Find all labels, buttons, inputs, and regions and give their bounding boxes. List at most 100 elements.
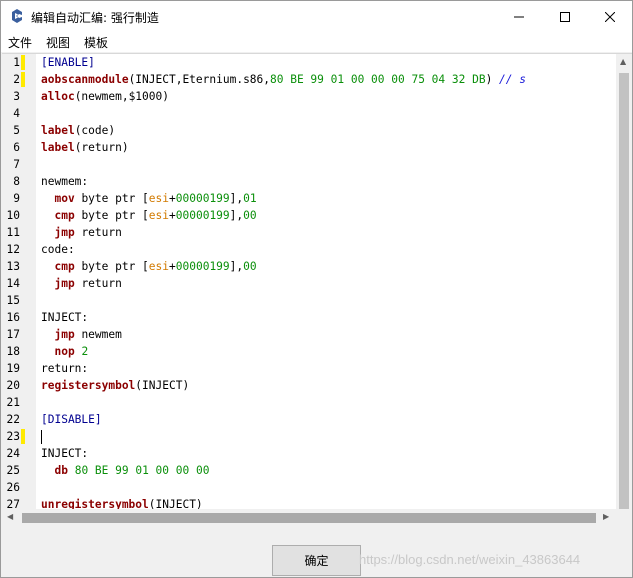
code-text: (code) (74, 124, 116, 137)
code-line[interactable] (36, 394, 616, 411)
code-text: INJECT: (41, 311, 89, 324)
code-line[interactable] (36, 292, 616, 309)
menu-template[interactable]: 模板 (84, 34, 108, 51)
code-register: esi (148, 192, 170, 205)
line-number: 7 (13, 158, 20, 171)
vertical-scroll-thumb[interactable] (619, 73, 629, 517)
code-keyword: nop (54, 345, 75, 358)
minimize-button[interactable] (496, 1, 542, 32)
code-text: (return) (74, 141, 129, 154)
changed-line-marker (21, 429, 25, 444)
line-number: 19 (6, 362, 20, 375)
code-line[interactable]: aobscanmodule(INJECT,Eternium.s86,80 BE … (36, 71, 616, 88)
code-text: ], (229, 192, 244, 205)
code-text: ], (229, 260, 244, 273)
code-text: ], (229, 209, 244, 222)
code-line[interactable]: newmem: (36, 173, 616, 190)
code-line[interactable]: jmp newmem (36, 326, 616, 343)
title-bar[interactable]: 编辑自动汇编: 强行制造 (1, 1, 632, 32)
horizontal-scrollbar[interactable]: ◀ ▶ (2, 509, 616, 525)
window-title: 编辑自动汇编: 强行制造 (31, 11, 159, 25)
code-keyword: alloc (41, 90, 75, 103)
code-text: (newmem,$1000) (74, 90, 169, 103)
changed-line-marker (21, 72, 25, 87)
line-number: 24 (6, 447, 20, 460)
code-line[interactable]: label(code) (36, 122, 616, 139)
close-button[interactable] (587, 1, 633, 32)
vertical-scrollbar[interactable]: ▲ (616, 54, 632, 517)
code-line[interactable]: [DISABLE] (36, 411, 616, 428)
code-hex-value: 00 (243, 260, 257, 273)
code-text: + (169, 260, 176, 273)
code-line[interactable]: cmp byte ptr [esi+00000199],00 (36, 258, 616, 275)
menu-file[interactable]: 文件 (8, 34, 32, 51)
code-line[interactable]: mov byte ptr [esi+00000199],01 (36, 190, 616, 207)
code-line[interactable]: jmp return (36, 275, 616, 292)
code-section-tag: [ENABLE] (41, 56, 95, 69)
code-hex-value: 01 (243, 192, 257, 205)
line-number: 23 (6, 430, 20, 443)
scroll-up-icon[interactable]: ▲ (620, 57, 626, 66)
line-number-gutter: 1 2 3 4 5 6 7 8 9 10 11 12 13 14 15 16 17 18 19 20 21 22 23 24 2… (2, 54, 36, 525)
code-line[interactable]: label(return) (36, 139, 616, 156)
text-cursor (41, 430, 42, 444)
code-line[interactable]: code: (36, 241, 616, 258)
code-line[interactable] (36, 156, 616, 173)
code-line[interactable]: INJECT: (36, 445, 616, 462)
scroll-left-icon[interactable]: ◀ (7, 512, 13, 521)
code-line[interactable]: alloc(newmem,$1000) (36, 88, 616, 105)
code-line[interactable]: db 80 BE 99 01 00 00 00 (36, 462, 616, 479)
line-number: 4 (13, 107, 20, 120)
code-line[interactable]: nop 2 (36, 343, 616, 360)
menu-bar: 文件 视图 模板 (1, 32, 632, 52)
scrollbar-corner (616, 509, 632, 525)
code-line[interactable]: registersymbol(INJECT) (36, 377, 616, 394)
code-keyword: cmp (54, 260, 75, 273)
code-keyword: aobscanmodule (41, 73, 129, 86)
line-number: 25 (6, 464, 20, 477)
code-text: byte ptr [ (74, 260, 149, 273)
code-line[interactable]: jmp return (36, 224, 616, 241)
minimize-icon (514, 16, 524, 17)
code-keyword: label (41, 141, 75, 154)
menu-view[interactable]: 视图 (46, 34, 70, 51)
line-number: 20 (6, 379, 20, 392)
line-number: 11 (6, 226, 20, 239)
horizontal-scroll-thumb[interactable] (22, 513, 596, 523)
line-number: 14 (6, 277, 20, 290)
line-number: 18 (6, 345, 20, 358)
code-line[interactable] (36, 479, 616, 496)
code-line[interactable] (36, 428, 616, 445)
line-number: 9 (13, 192, 20, 205)
line-number: 12 (6, 243, 20, 256)
autoassemble-window: 编辑自动汇编: 强行制造 文件 视图 模板 1 2 3 4 5 6 7 8 9 10 11 12 13 1… (0, 0, 633, 578)
code-area[interactable]: [ENABLE] aobscanmodule(INJECT,Eternium.s8… (36, 54, 616, 525)
code-editor[interactable]: 1 2 3 4 5 6 7 8 9 10 11 12 13 14 15 16 17 18 19 20 21 22 23 24 2… (2, 53, 632, 525)
code-line[interactable]: [ENABLE] (36, 54, 616, 71)
maximize-icon (560, 11, 570, 22)
line-number: 8 (13, 175, 20, 188)
code-keyword: db (54, 464, 68, 477)
maximize-button[interactable] (542, 1, 588, 32)
code-line[interactable]: INJECT: (36, 309, 616, 326)
code-text: code: (41, 243, 75, 256)
code-line[interactable] (36, 105, 616, 122)
code-text: return: (41, 362, 89, 375)
code-keyword: mov (54, 192, 75, 205)
code-hex-value: 80 BE 99 01 00 00 00 75 04 32 DB (270, 73, 486, 86)
ok-button[interactable]: 确定 (272, 545, 361, 576)
code-line[interactable]: cmp byte ptr [esi+00000199],00 (36, 207, 616, 224)
code-keyword: jmp (54, 226, 75, 239)
code-text: byte ptr [ (74, 209, 149, 222)
code-line[interactable]: return: (36, 360, 616, 377)
changed-line-marker (21, 55, 25, 70)
code-text: return (74, 277, 122, 290)
scroll-right-icon[interactable]: ▶ (603, 512, 609, 521)
code-comment: // s (499, 73, 526, 86)
code-keyword: jmp (54, 328, 75, 341)
line-number: 17 (6, 328, 20, 341)
code-keyword: jmp (54, 277, 75, 290)
